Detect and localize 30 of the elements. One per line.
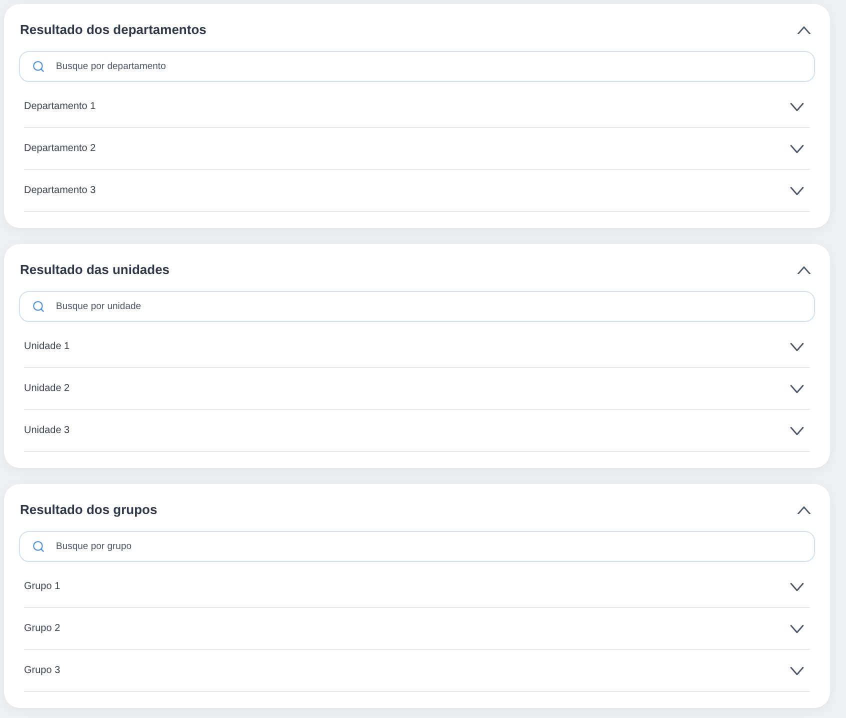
search-icon [32,300,45,313]
search-field[interactable]: Busque por grupo [19,531,815,562]
list-item[interactable]: Grupo 2 [24,608,810,650]
chevron-down-icon[interactable] [790,582,804,590]
section-title: Resultado dos departamentos [20,21,206,39]
list-item[interactable]: Unidade 1 [24,326,810,368]
search-icon [32,540,45,553]
chevron-down-icon[interactable] [790,666,804,674]
chevron-down-icon[interactable] [790,186,804,194]
list-item[interactable]: Unidade 3 [24,410,810,452]
section-title: Resultado das unidades [20,261,170,279]
chevron-up-icon[interactable] [797,26,811,34]
list-item[interactable]: Grupo 1 [24,566,810,608]
search-field[interactable]: Busque por unidade [19,291,815,322]
chevron-down-icon[interactable] [790,342,804,350]
chevron-down-icon[interactable] [790,426,804,434]
list-item[interactable]: Departamento 3 [24,170,810,212]
search-icon [32,60,45,73]
section-title: Resultado dos grupos [20,501,158,519]
chevron-up-icon[interactable] [797,266,811,274]
chevron-down-icon[interactable] [790,144,804,152]
search-field[interactable]: Busque por departamento [19,51,815,82]
list-item[interactable]: Departamento 2 [24,128,810,170]
list-item[interactable]: Unidade 2 [24,368,810,410]
chevron-down-icon[interactable] [790,102,804,110]
list-item[interactable]: Departamento 1 [24,86,810,128]
chevron-up-icon[interactable] [797,506,811,514]
chevron-down-icon[interactable] [790,624,804,632]
list-item[interactable]: Grupo 3 [24,650,810,692]
chevron-down-icon[interactable] [790,384,804,392]
